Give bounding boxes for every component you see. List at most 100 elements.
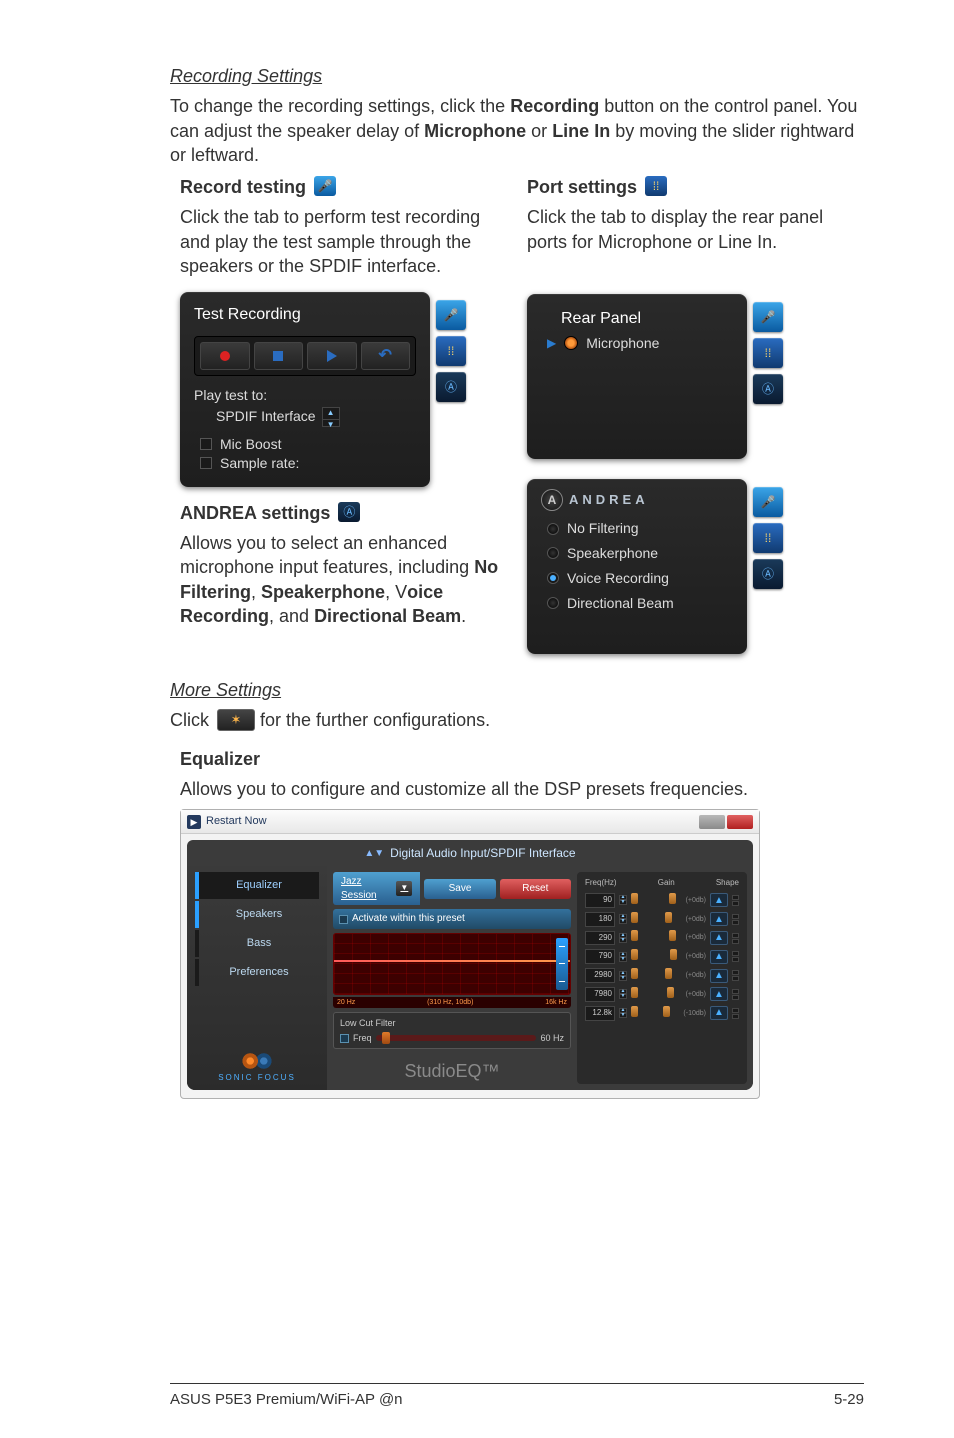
lowcut-checkbox[interactable] [340, 1034, 349, 1043]
radio-icon[interactable] [547, 597, 559, 609]
window-buttons [699, 815, 753, 829]
sample-rate-checkbox[interactable] [200, 457, 212, 469]
spinner-up-icon[interactable]: ▲ [323, 408, 339, 420]
sidebar-item-equalizer[interactable]: Equalizer [195, 872, 319, 899]
axis-left: 20 Hz [337, 998, 355, 1007]
lowcut-hz: 60 Hz [540, 1032, 564, 1044]
tab-mic[interactable]: 🎤 [436, 300, 466, 330]
test-recording-panel: Test Recording ↶ Play test to: SPDIF Int… [180, 292, 430, 486]
dropdown-caret-icon: ▼ [396, 881, 412, 896]
equalizer-body-panel: Equalizer Speakers Bass Preferences SONI… [187, 866, 753, 1090]
eq-shape-spinner[interactable] [732, 914, 739, 925]
target-spinner[interactable]: ▲▼ [322, 407, 340, 427]
tab-mic[interactable]: 🎤 [753, 487, 783, 517]
eq-shape-button[interactable]: ▲ [710, 912, 728, 926]
rear-panel-item-label: Microphone [586, 334, 659, 353]
andrea-logo-icon: A [541, 489, 563, 511]
eq-graph[interactable] [333, 933, 571, 995]
eq-freq-spinner[interactable]: ▲▼ [619, 1008, 627, 1018]
brand-suffix: EQ™ [456, 1061, 500, 1081]
reset-button[interactable]: Reset [500, 879, 571, 899]
play-icon [327, 350, 337, 362]
rear-panel-item-row[interactable]: ▶ Microphone [547, 334, 733, 353]
tab-port[interactable]: ⁞⁞ [753, 338, 783, 368]
eq-shape-spinner[interactable] [732, 895, 739, 906]
andrea-icon: Ⓐ [445, 379, 457, 395]
record-testing-title: Record testing [180, 177, 306, 197]
eq-shape-spinner[interactable] [732, 989, 739, 1000]
eq-freq-value: 7980 [585, 987, 615, 1002]
activate-checkbox[interactable] [339, 915, 348, 924]
eq-shape-spinner[interactable] [732, 970, 739, 981]
text: , and [269, 606, 314, 626]
tab-port[interactable]: ⁞⁞ [753, 523, 783, 553]
activate-checkbox-row[interactable]: Activate within this preset [333, 909, 571, 929]
eq-freq-spinner[interactable]: ▲▼ [619, 971, 627, 981]
andrea-option-3[interactable]: Directional Beam [547, 594, 733, 613]
close-button[interactable] [727, 815, 753, 829]
eq-shape-spinner[interactable] [732, 1008, 739, 1019]
eq-shape-button[interactable]: ▲ [710, 1006, 728, 1020]
expand-arrow-icon[interactable]: ▶ [547, 335, 556, 351]
tab-mic[interactable]: 🎤 [753, 302, 783, 332]
eq-shape-spinner[interactable] [732, 933, 739, 944]
mic-boost-checkbox[interactable] [200, 438, 212, 450]
preset-dropdown[interactable]: Jazz Session ▼ [333, 872, 420, 905]
rear-panel: Rear Panel ▶ Microphone [527, 294, 747, 459]
eq-shape-button[interactable]: ▲ [710, 969, 728, 983]
brand-main: Studio [404, 1061, 455, 1081]
eq-freq-spinner[interactable]: ▲▼ [619, 933, 627, 943]
tab-andrea[interactable]: Ⓐ [753, 559, 783, 589]
andrea-option-2[interactable]: Voice Recording [547, 569, 733, 588]
hdr-freq: Freq(Hz) [585, 878, 617, 889]
hdr-shape: Shape [716, 878, 739, 889]
radio-icon[interactable] [547, 523, 559, 535]
equalizer-main: Jazz Session ▼ Save Reset Activate withi… [327, 866, 753, 1090]
eq-freq-spinner[interactable]: ▲▼ [619, 989, 627, 999]
sidebar-item-speakers[interactable]: Speakers [195, 901, 319, 928]
undo-button[interactable]: ↶ [361, 342, 411, 370]
play-button[interactable] [307, 342, 357, 370]
recording-settings-heading: Recording Settings [170, 64, 864, 88]
eq-freq-spinner[interactable]: ▲▼ [619, 952, 627, 962]
tab-port[interactable]: ⁞⁞ [436, 336, 466, 366]
rear-panel-wrapper: Rear Panel ▶ Microphone 🎤 ⁞⁞ Ⓐ [527, 294, 864, 459]
eq-shape-button[interactable]: ▲ [710, 950, 728, 964]
stop-button[interactable] [254, 342, 304, 370]
minimize-button[interactable] [699, 815, 725, 829]
sidebar-item-bass[interactable]: Bass [195, 930, 319, 957]
andrea-panel-wrapper: A ANDREA No Filtering Speakerphone Voice… [527, 479, 864, 654]
radio-icon-selected[interactable] [547, 572, 559, 584]
eq-band-row: 12.8k▲▼(-10db)▲ [585, 1006, 739, 1021]
save-button[interactable]: Save [424, 879, 495, 899]
eq-shape-spinner[interactable] [732, 951, 739, 962]
sidebar-item-preferences[interactable]: Preferences [195, 959, 319, 986]
eq-graph-scrollbar[interactable] [556, 938, 568, 990]
eq-shape-button[interactable]: ▲ [710, 893, 728, 907]
tab-andrea[interactable]: Ⓐ [436, 372, 466, 402]
sample-rate-row[interactable]: Sample rate: [200, 454, 416, 473]
eq-freq-value: 790 [585, 949, 615, 964]
play-test-target: SPDIF Interface [216, 407, 316, 426]
eq-bands-panel: Freq(Hz) Gain Shape 90▲▼(+0db)▲180▲▼(+0d… [577, 872, 747, 1084]
record-button[interactable] [200, 342, 250, 370]
andrea-option-1[interactable]: Speakerphone [547, 544, 733, 563]
recording-settings-intro: To change the recording settings, click … [170, 94, 864, 167]
sonic-focus-text: SONIC FOCUS [195, 1073, 319, 1084]
andrea-title-row: ANDREA settings Ⓐ [180, 501, 507, 525]
eq-shape-button[interactable]: ▲ [710, 987, 728, 1001]
andrea-icon: Ⓐ [762, 566, 774, 582]
eq-shape-button[interactable]: ▲ [710, 931, 728, 945]
tab-andrea[interactable]: Ⓐ [753, 374, 783, 404]
eq-freq-spinner[interactable]: ▲▼ [619, 914, 627, 924]
eq-freq-spinner[interactable]: ▲▼ [619, 895, 627, 905]
interface-tab[interactable]: ▲▼ Digital Audio Input/SPDIF Interface [187, 840, 753, 866]
radio-icon[interactable] [547, 547, 559, 559]
mic-glyph: 🎤 [318, 180, 333, 192]
port-settings-title: Port settings [527, 177, 637, 197]
mic-boost-row[interactable]: Mic Boost [200, 435, 416, 454]
footer-left: ASUS P5E3 Premium/WiFi-AP @n [170, 1390, 403, 1410]
lowcut-slider[interactable] [376, 1035, 537, 1041]
andrea-option-0[interactable]: No Filtering [547, 519, 733, 538]
spinner-down-icon[interactable]: ▼ [323, 420, 339, 431]
